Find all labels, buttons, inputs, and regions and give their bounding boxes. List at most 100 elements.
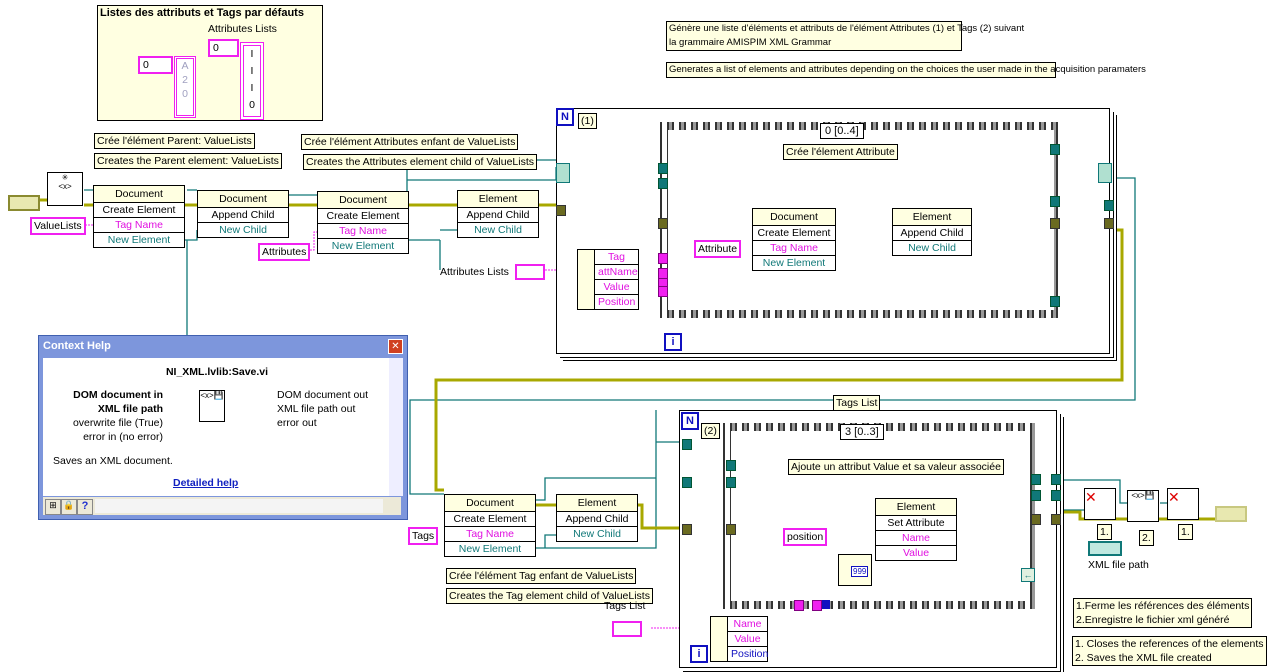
node-output[interactable]: New Element [445, 542, 535, 556]
shift-register-right[interactable] [1098, 163, 1112, 183]
help-icon[interactable]: ? [77, 499, 93, 515]
tags-array[interactable]: A 2 0 [174, 56, 196, 118]
error-tunnel [1104, 218, 1114, 229]
ref-tunnel [658, 178, 668, 189]
unbundle-by-name-2[interactable]: Name Value Position [710, 616, 768, 662]
error-cluster-output[interactable] [1215, 506, 1247, 522]
context-help-body: NI_XML.lvlib:Save.vi DOM document in XML… [43, 358, 391, 496]
tags-constant[interactable]: Tags [408, 527, 439, 545]
unbundle-item[interactable]: Position [728, 647, 768, 661]
node-method: Create Element [318, 209, 408, 224]
attributes-lists-label: Attributes Lists [440, 266, 509, 278]
node-class: Document [753, 209, 835, 226]
node-input[interactable]: Tag Name [753, 241, 835, 256]
ref-tunnel [658, 163, 668, 174]
attributes-array[interactable]: I I I 0 [240, 42, 264, 120]
sequence-frame-selector[interactable]: 0 [0..4] [820, 123, 864, 139]
xml-file-path-label: XML file path [1088, 559, 1149, 571]
node-class: Element [893, 209, 971, 226]
node-input[interactable]: New Child [557, 527, 637, 541]
error-cluster-input[interactable] [8, 195, 40, 211]
error-tunnel [682, 524, 692, 535]
node-input[interactable]: Tag Name [318, 224, 408, 239]
tags-list-terminal[interactable] [612, 621, 642, 637]
node-input[interactable]: New Child [893, 241, 971, 255]
step-label: 1. [1178, 524, 1193, 540]
number-to-string-node[interactable]: 999 [838, 554, 872, 586]
node-input[interactable]: Tag Name [94, 218, 184, 233]
attributes-array-element: 0 [249, 99, 255, 111]
close-reference-icon[interactable]: ✕ [1167, 488, 1199, 520]
defaults-panel: Listes des attributs et Tags par défauts… [97, 5, 323, 121]
comment-attribute-element: Crée l'élement Attribute [783, 144, 898, 160]
close-reference-icon[interactable]: ✕ [1084, 488, 1116, 520]
ref-tunnel [682, 477, 692, 488]
close-icon[interactable]: ✕ [388, 339, 403, 354]
unbundle-item[interactable]: Tag [595, 250, 638, 265]
ref-tunnel [1031, 474, 1041, 485]
new-xml-document-icon[interactable]: ✳ <x> [47, 172, 83, 206]
sequence-frame-selector[interactable]: 3 [0..3] [840, 424, 884, 440]
xml-file-path-control[interactable] [1088, 541, 1122, 556]
shift-register-left[interactable] [556, 163, 570, 183]
attribute-constant[interactable]: Attribute [694, 240, 742, 258]
step-label: 2. [1139, 530, 1154, 546]
append-attribute-node[interactable]: Element Append Child New Child [892, 208, 972, 256]
unbundle-item[interactable]: attName [595, 265, 638, 280]
set-attribute-node[interactable]: Element Set Attribute Name Value [875, 498, 957, 561]
ref-tunnel [1104, 200, 1114, 211]
save-xml-icon[interactable]: <x>💾 [1127, 490, 1159, 522]
position-constant[interactable]: position [783, 528, 828, 546]
loop-count-terminal: N [681, 412, 699, 430]
create-tag-node[interactable]: Document Create Element Tag Name New Ele… [444, 494, 536, 557]
create-attributes-node[interactable]: Document Create Element Tag Name New Ele… [317, 191, 409, 254]
node-output[interactable]: New Element [753, 256, 835, 270]
attributes-constant[interactable]: Attributes [258, 243, 311, 261]
node-input[interactable]: New Child [198, 223, 288, 237]
unbundle-item[interactable]: Value [595, 280, 638, 295]
ref-tunnel [1051, 490, 1061, 501]
output-terminal: error out [277, 417, 317, 429]
input-terminal: error in (no error) [83, 431, 163, 443]
comment-line: la grammaire AMISPIM XML Grammar [669, 37, 832, 48]
context-help-window[interactable]: Context Help ✕ NI_XML.lvlib:Save.vi DOM … [38, 335, 408, 520]
node-method: Append Child [198, 208, 288, 223]
unbundle-by-name-1[interactable]: Tag attName Value Position [577, 249, 639, 310]
string-tunnel [812, 600, 822, 611]
detailed-help-link[interactable]: Detailed help [173, 477, 238, 489]
node-method: Append Child [893, 226, 971, 241]
ref-tunnel [1050, 196, 1060, 207]
create-parent-node[interactable]: Document Create Element Tag Name New Ele… [93, 185, 185, 248]
node-output[interactable]: New Element [94, 233, 184, 247]
vertical-scrollbar[interactable] [389, 358, 403, 496]
help-description: Saves an XML document. [53, 455, 173, 467]
node-input[interactable]: New Child [458, 223, 538, 237]
unbundle-item[interactable]: Value [728, 632, 767, 647]
error-tunnel [726, 524, 736, 535]
node-input[interactable]: Name [876, 531, 956, 546]
node-method: Append Child [458, 208, 538, 223]
show-optional-terminals-icon[interactable]: ⊞ [45, 499, 61, 515]
node-input[interactable]: Tag Name [445, 527, 535, 542]
append-attributes-node[interactable]: Element Append Child New Child [457, 190, 539, 238]
attributes-array-element: I [250, 48, 254, 60]
node-class: Element [876, 499, 956, 516]
node-method: Create Element [445, 512, 535, 527]
lock-icon[interactable]: 🔒 [61, 499, 77, 515]
valuelists-constant[interactable]: ValueLists [30, 217, 86, 235]
comment-parent-en: Creates the Parent element: ValueLists [94, 153, 282, 169]
node-output[interactable]: New Element [318, 239, 408, 253]
attributes-array-index[interactable]: 0 [208, 39, 239, 57]
append-tag-node[interactable]: Element Append Child New Child [556, 494, 638, 542]
unbundle-item[interactable]: Position [595, 295, 638, 309]
node-method: Set Attribute [876, 516, 956, 531]
attributes-lists-terminal[interactable] [515, 264, 545, 280]
node-class: Document [445, 495, 535, 512]
node-input[interactable]: Value [876, 546, 956, 560]
horizontal-scrollbar[interactable] [95, 499, 383, 513]
create-attribute-node[interactable]: Document Create Element Tag Name New Ele… [752, 208, 836, 271]
tags-array-index[interactable]: 0 [138, 56, 173, 74]
unbundle-item[interactable]: Name [728, 617, 767, 632]
comment-line: 1. Closes the references of the elements [1075, 638, 1264, 650]
append-parent-node[interactable]: Document Append Child New Child [197, 190, 289, 238]
